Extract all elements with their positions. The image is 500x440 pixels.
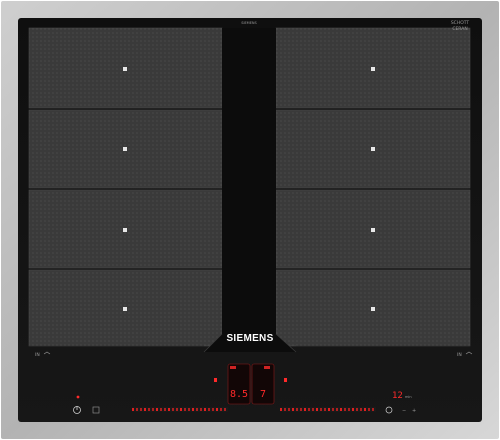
slider-tick <box>200 408 202 411</box>
induction-cooktop: SIEMENS SIEMENS SCHOTT CERAN IN IN 8.5 7 <box>0 0 500 440</box>
slider-tick <box>364 408 366 411</box>
plus-icon[interactable]: + <box>412 408 416 414</box>
slider-tick <box>308 408 310 411</box>
slider-tick <box>304 408 306 411</box>
slider-tick <box>224 408 226 411</box>
slider-tick <box>352 408 354 411</box>
zone-center-mark <box>371 147 375 151</box>
slider-tick <box>160 408 162 411</box>
slider-tick <box>344 408 346 411</box>
zone-center-mark <box>123 228 127 232</box>
slider-tick <box>340 408 342 411</box>
slider-tick <box>328 408 330 411</box>
slider-tick <box>212 408 214 411</box>
slider-tick <box>372 408 374 411</box>
display-segment <box>264 366 270 369</box>
slider-tick <box>148 408 150 411</box>
slider-tick <box>288 408 290 411</box>
slider-tick <box>140 408 142 411</box>
slider-tick <box>284 408 286 411</box>
zone-center-mark <box>371 228 375 232</box>
slider-tick <box>296 408 298 411</box>
slider-tick <box>316 408 318 411</box>
display-segment <box>230 366 236 369</box>
left-zone-column <box>28 27 223 347</box>
slider-tick <box>176 408 178 411</box>
slider-tick <box>188 408 190 411</box>
zone-center-mark <box>123 147 127 151</box>
slider-tick <box>356 408 358 411</box>
zone-label-left: IN <box>35 352 40 358</box>
slider-tick <box>320 408 322 411</box>
right-zone-indicator <box>284 378 287 382</box>
left-zone-indicator <box>214 378 217 382</box>
timer-display: 12 <box>392 391 403 401</box>
slider-tick <box>164 408 166 411</box>
zone-center-mark <box>371 67 375 71</box>
slider-tick <box>332 408 334 411</box>
slider-tick <box>184 408 186 411</box>
slider-tick <box>216 408 218 411</box>
cooktop-photo: SIEMENS SIEMENS SCHOTT CERAN IN IN 8.5 7 <box>0 0 500 440</box>
slider-tick <box>348 408 350 411</box>
glass-badge-line-1: SCHOTT <box>451 20 470 26</box>
slider-tick <box>280 408 282 411</box>
slider-tick <box>156 408 158 411</box>
slider-tick <box>192 408 194 411</box>
slider-tick <box>300 408 302 411</box>
slider-tick <box>168 408 170 411</box>
slider-tick <box>132 408 134 411</box>
left-power-level: 8.5 <box>230 389 248 400</box>
timer-unit: min <box>405 395 412 399</box>
slider-tick <box>180 408 182 411</box>
slider-tick <box>360 408 362 411</box>
right-power-level: 7 <box>260 389 266 400</box>
zone-center-mark <box>123 67 127 71</box>
slider-tick <box>196 408 198 411</box>
power-indicator <box>76 395 80 399</box>
slider-tick <box>152 408 154 411</box>
slider-tick <box>368 408 370 411</box>
model-label: SIEMENS <box>241 21 257 25</box>
slider-tick <box>204 408 206 411</box>
minus-icon[interactable]: − <box>402 408 406 414</box>
zone-center-mark <box>123 307 127 311</box>
slider-tick <box>172 408 174 411</box>
right-zone-column <box>275 27 471 347</box>
brand-logo: SIEMENS <box>226 333 273 344</box>
slider-tick <box>312 408 314 411</box>
slider-tick <box>324 408 326 411</box>
slider-tick <box>292 408 294 411</box>
slider-tick <box>144 408 146 411</box>
zone-center-mark <box>371 307 375 311</box>
glass-badge-line-2: CERAN <box>452 26 467 32</box>
slider-tick <box>136 408 138 411</box>
slider-tick <box>220 408 222 411</box>
zone-label-right: IN <box>457 352 462 358</box>
slider-tick <box>208 408 210 411</box>
slider-tick <box>336 408 338 411</box>
